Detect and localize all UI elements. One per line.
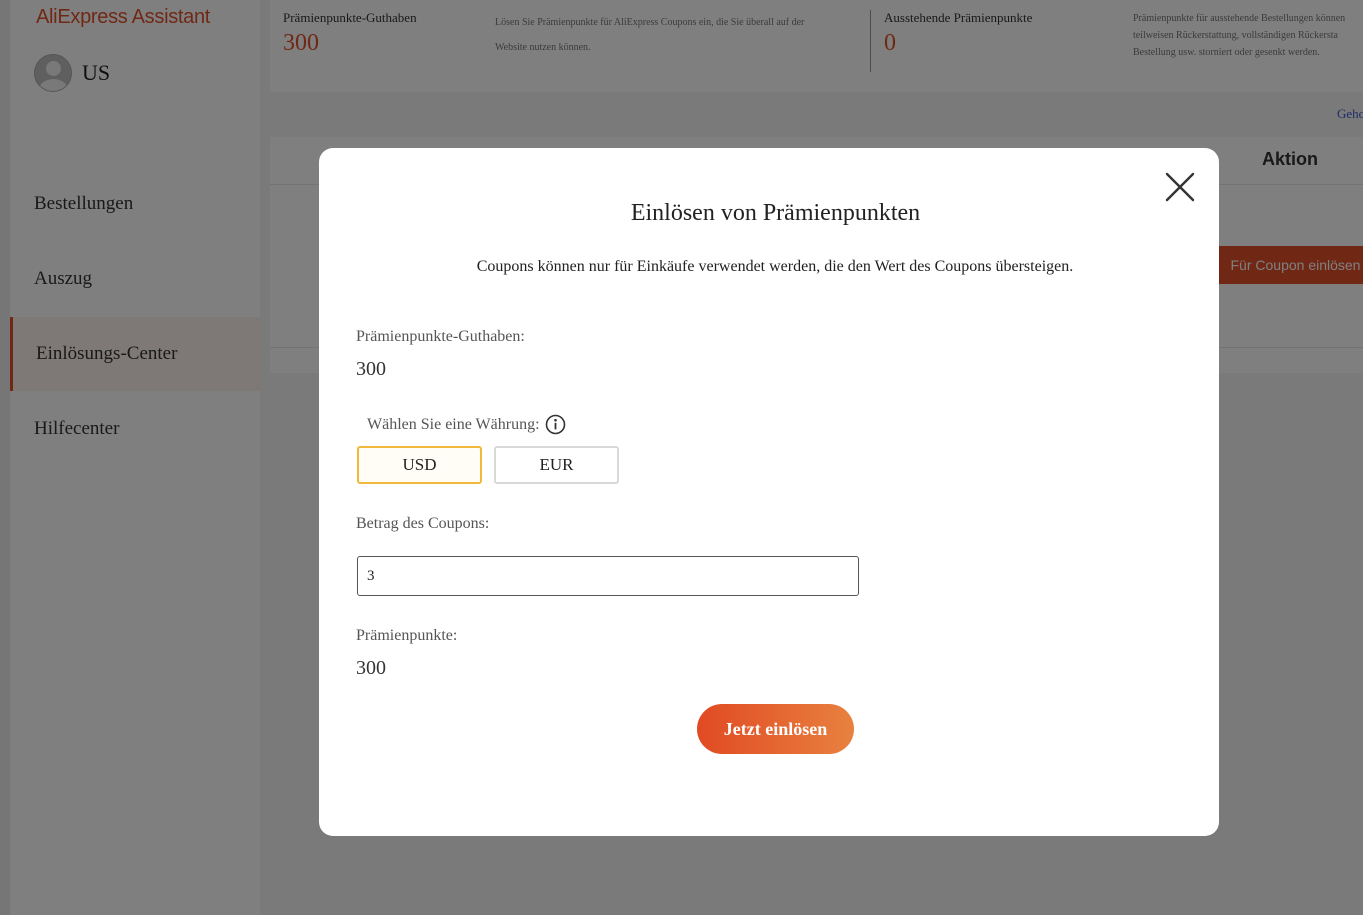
currency-eur-button[interactable]: EUR <box>494 446 619 484</box>
currency-label-text: Wählen Sie eine Währung: <box>367 415 540 433</box>
currency-label: Wählen Sie eine Währung: <box>367 414 566 435</box>
coupon-amount-input[interactable] <box>357 556 859 596</box>
modal-subtitle: Coupons können nur für Einkäufe verwende… <box>476 258 1074 275</box>
balance-field-label: Prämienpunkte-Guthaben: <box>356 328 525 345</box>
info-icon[interactable] <box>545 414 566 435</box>
amount-field-label: Betrag des Coupons: <box>356 515 490 532</box>
close-icon <box>1165 172 1195 202</box>
points-field-value: 300 <box>356 657 386 679</box>
modal-title: Einlösen von Prämienpunkten <box>630 200 921 226</box>
points-field-label: Prämienpunkte: <box>356 627 458 644</box>
currency-usd-button[interactable]: USD <box>357 446 482 484</box>
balance-field-value: 300 <box>356 358 386 380</box>
redeem-modal: Einlösen von Prämienpunkten Coupons könn… <box>319 148 1219 836</box>
redeem-now-button[interactable]: Jetzt einlösen <box>697 704 854 754</box>
close-button[interactable] <box>1163 170 1197 204</box>
